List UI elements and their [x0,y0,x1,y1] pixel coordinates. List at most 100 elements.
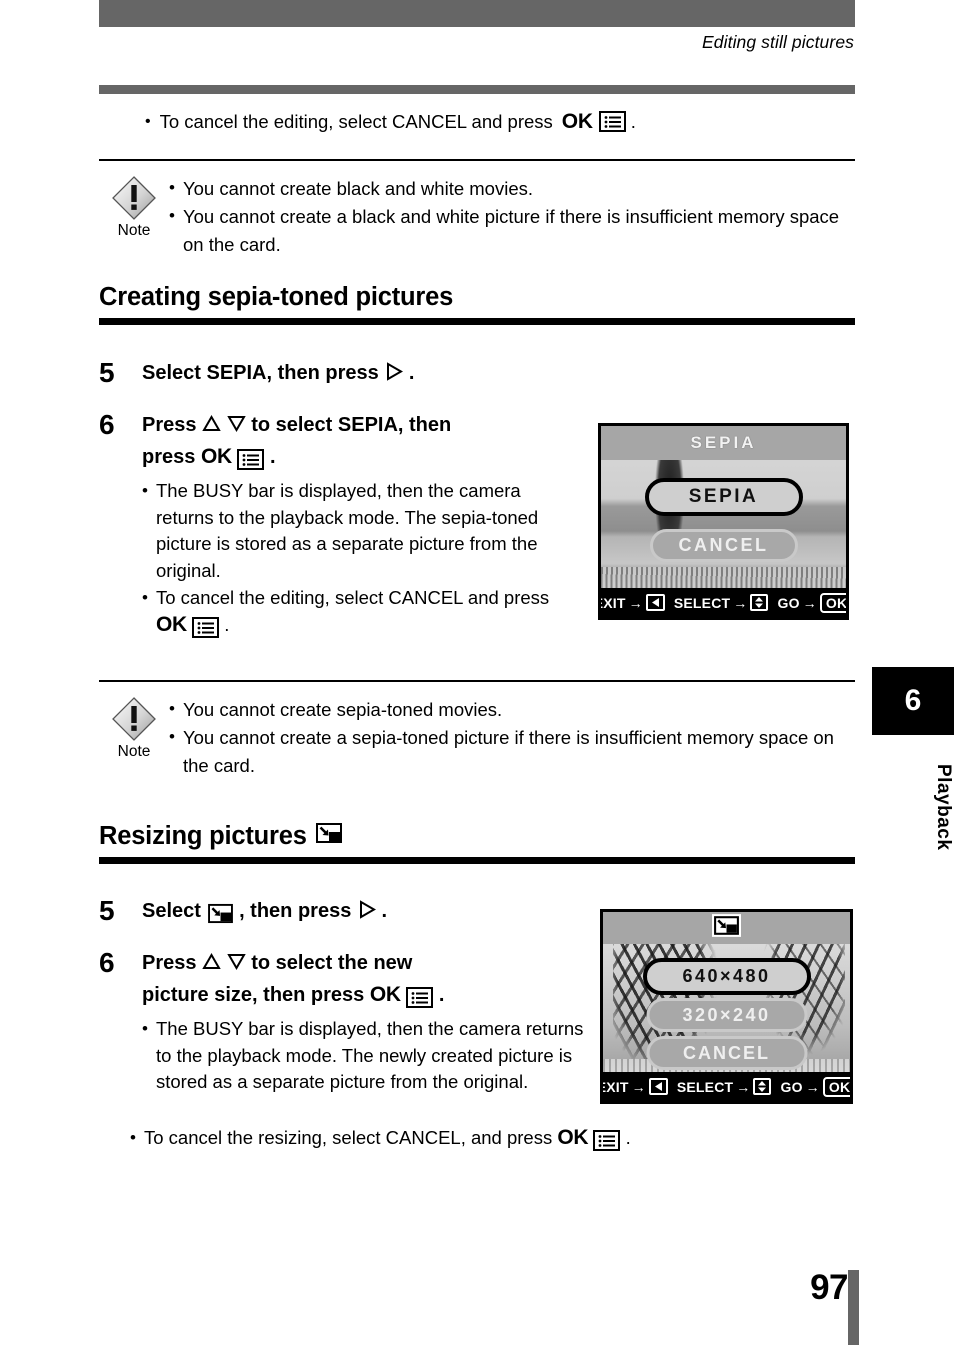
note-icon-group: Note [99,694,169,780]
step-note-text: To cancel the resizing, select CANCEL, a… [144,1125,631,1155]
step-text-after: to select the new [251,952,413,974]
step-text-before: Press [142,414,197,436]
step-note-text: To cancel the editing, select CANCEL and… [156,585,579,641]
lcd-option-640x480[interactable]: 640×480 [642,958,811,995]
lcd-screenshot-resize: 640×480 320×240 CANCEL EXIT → SELECT → [600,909,853,1104]
step-text: Select , then press . [142,896,387,929]
triangle-down-icon [226,412,246,442]
warning-diamond-icon [111,175,157,221]
note-rule-top [99,159,855,161]
step-6-sepia-notes: • The BUSY bar is displayed, then the ca… [142,478,579,641]
intro-cancel-text: To cancel the editing, select CANCEL and… [159,111,553,132]
list-item: • The BUSY bar is displayed, then the ca… [142,1016,589,1096]
guide-arrow: → [628,594,643,611]
bullet-dot: • [169,727,175,746]
section-resizing-pictures: Resizing pictures [99,822,855,864]
ok-button-label: OK [557,1126,589,1149]
triangle-up-icon [202,950,221,980]
resize-picture-icon [207,899,234,929]
lcd-option-label: 320×240 [682,1004,771,1025]
guide-label: EXIT [601,594,626,611]
ok-button-label: OK [561,110,593,133]
guide-arrow: → [733,594,748,611]
step-text-line2-before: picture size, then press [142,984,365,1006]
section-creating-sepia: Creating sepia-toned pictures [99,283,855,325]
step-5-resize: 5 Select , then press . [99,896,579,929]
intro-cancel-period: . [630,111,636,132]
chapter-number-tab: 6 [872,667,954,735]
menu-list-icon [598,111,626,133]
section-underline [99,857,855,864]
step-text-after: . [381,900,388,922]
ok-button-label: OK [156,612,187,636]
step-number: 6 [99,947,115,978]
warning-diamond-icon [111,696,157,742]
lcd-option-label: CANCEL [683,1042,770,1063]
ok-button-label: OK [369,983,401,1006]
menu-list-icon [593,1128,621,1155]
note-bullet-text: You cannot create a sepia-toned picture … [183,727,834,776]
list-item: • You cannot create a black and white pi… [169,203,855,259]
step-text-before: Select [142,900,201,922]
intro-cancel-bullet: • To cancel the editing, select CANCEL a… [145,110,845,134]
step-note-text-main: To cancel the editing, select CANCEL and… [156,587,550,608]
step-6-resize-notes: • The BUSY bar is displayed, then the ca… [142,1016,589,1096]
bullet-dot: • [142,588,148,607]
chapter-name-text: Playback [933,763,954,851]
ok-key-icon: OK [822,1076,850,1097]
left-arrow-key-icon [648,1078,668,1095]
guide-select: SELECT → [677,1078,772,1095]
note-bullet-list: • You cannot create sepia-toned movies. … [169,694,855,780]
bullet-dot: • [142,481,148,500]
chapter-number: 6 [904,684,922,717]
step-text-after: . [408,362,415,384]
lcd-option-cancel[interactable]: CANCEL [649,529,798,562]
chapter-name-label: Playback [872,742,954,872]
step-6-resize: 6 Press to select the new picture size, … [99,948,589,1096]
triangle-right-icon [384,360,404,390]
menu-list-icon [192,615,220,642]
header-rule-bar [99,85,855,94]
guide-go: GO → OK [780,1076,850,1097]
list-item: • You cannot create sepia-toned movies. [169,696,855,724]
note-bullet-text: You cannot create black and white movies… [183,178,534,199]
lcd-option-sepia[interactable]: SEPIA [644,478,803,516]
step-text-line2-after: . [438,984,445,1006]
lcd-title-text: SEPIA [690,433,757,452]
bullet-dot: • [130,1128,136,1147]
lcd-title-bar [603,912,850,944]
guide-arrow: → [802,594,817,611]
list-item: • You cannot create a sepia-toned pictur… [169,724,855,780]
step-text-line2-after: . [269,446,276,468]
lcd-option-label: 640×480 [682,966,771,986]
step-text-before: Select SEPIA, then press [142,362,379,384]
running-head: Editing still pictures [702,32,854,52]
bullet-dot: • [169,178,175,197]
guide-go: GO → OK [777,592,846,613]
triangle-right-icon [357,898,376,928]
guide-exit: EXIT → [603,1078,668,1095]
up-down-key-icon [753,1078,772,1095]
lcd-option-label: SEPIA [688,486,759,507]
resize-picture-icon [712,914,741,942]
guide-arrow: → [631,1078,646,1095]
guide-arrow: → [805,1078,820,1095]
header-bar [99,0,855,27]
note-box-sepia: Note • You cannot create sepia-toned mov… [99,680,855,792]
step-text-after: to select SEPIA, then [251,414,452,436]
step-text-line2-before: press [142,446,196,468]
page-title-resize: Resizing pictures [99,822,855,851]
step-text-before: Press [142,952,197,974]
list-item: • To cancel the editing, select CANCEL a… [142,585,579,641]
step-text: Press to select the new picture size, th… [142,948,589,1013]
lcd-option-320x240[interactable]: 320×240 [646,998,807,1032]
note-bullet-list: • You cannot create black and white movi… [169,173,855,259]
lcd-guide-bar: EXIT → SELECT → GO → OK [601,588,846,617]
step-note-text: The BUSY bar is displayed, then the came… [156,1018,584,1092]
guide-label: GO [777,594,800,611]
step-note-period: . [625,1127,631,1148]
step-note-text-main: To cancel the resizing, select CANCEL, a… [144,1127,553,1148]
lcd-title-bar: SEPIA [601,426,846,460]
lcd-option-cancel[interactable]: CANCEL [646,1036,807,1070]
guide-label: EXIT [603,1078,629,1095]
